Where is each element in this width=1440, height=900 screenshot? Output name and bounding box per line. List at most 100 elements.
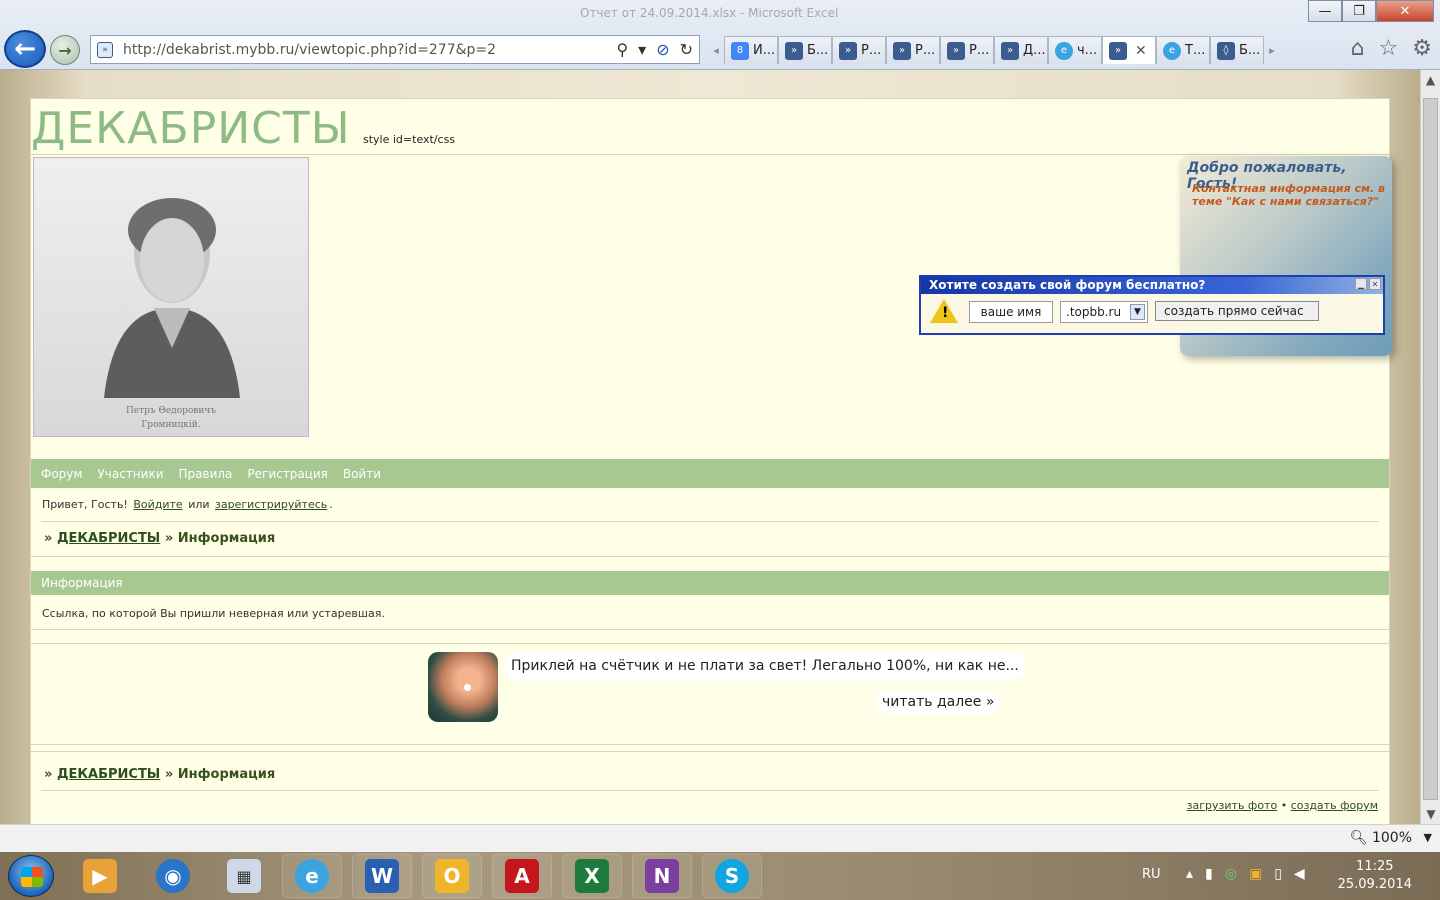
footer-separator: • bbox=[1280, 799, 1288, 812]
back-button[interactable]: ← bbox=[4, 30, 46, 68]
close-tab-icon[interactable]: ✕ bbox=[1135, 43, 1147, 59]
tab-label: Р... bbox=[915, 43, 936, 58]
taskbar-internet-explorer[interactable]: e bbox=[282, 854, 342, 898]
outlook-tray-icon[interactable]: ▣ bbox=[1249, 866, 1262, 882]
guest-greeting: Привет, Гость! Войдите или зарегистрируй… bbox=[42, 498, 333, 511]
taskbar-word[interactable]: W bbox=[352, 854, 412, 898]
browser-tools: ⌂ ☆ ⚙ bbox=[1351, 36, 1432, 61]
crumb-home-link[interactable]: ДЕКАБРИСТЫ bbox=[57, 767, 160, 782]
power-icon[interactable]: ▯ bbox=[1274, 866, 1282, 882]
browser-chrome: Отчет от 24.09.2014.xlsx - Microsoft Exc… bbox=[0, 0, 1440, 70]
tab-9[interactable]: e Т... bbox=[1156, 36, 1210, 64]
taskbar-media-player[interactable]: ◉ bbox=[143, 854, 203, 898]
maximize-button[interactable]: ❐ bbox=[1342, 0, 1376, 22]
divider bbox=[31, 629, 1389, 630]
menu-item-login[interactable]: Войти bbox=[343, 467, 381, 481]
taskbar-media-center[interactable]: ▶ bbox=[70, 854, 130, 898]
network-signal-icon[interactable]: ▮ bbox=[1205, 866, 1213, 882]
green-tray-icon[interactable]: ◎ bbox=[1225, 866, 1237, 882]
chevron-down-icon[interactable]: ▼ bbox=[1130, 304, 1145, 320]
create-now-button[interactable]: создать прямо сейчас bbox=[1155, 301, 1319, 321]
calculator-icon: ▦ bbox=[227, 859, 261, 893]
tab-5[interactable]: » Р... bbox=[940, 36, 994, 64]
window-controls: — ❐ ✕ bbox=[1308, 0, 1434, 22]
login-link[interactable]: Войдите bbox=[133, 498, 182, 511]
crumb-home-link[interactable]: ДЕКАБРИСТЫ bbox=[57, 531, 160, 546]
home-icon[interactable]: ⌂ bbox=[1351, 36, 1365, 61]
crumb-separator: » bbox=[164, 531, 174, 546]
tab-6[interactable]: » Д... bbox=[994, 36, 1048, 64]
taskbar-acrobat[interactable]: A bbox=[492, 854, 552, 898]
portrait-caption-line2: Громницкій. bbox=[141, 420, 201, 430]
tab-scroll-left-icon[interactable]: ◂ bbox=[708, 44, 724, 57]
tab-10[interactable]: ◊ Б... bbox=[1210, 36, 1264, 64]
start-button[interactable] bbox=[8, 855, 54, 897]
divider bbox=[31, 751, 1389, 752]
tab-4[interactable]: » Р... bbox=[886, 36, 940, 64]
zoom-level[interactable]: 🔍︎ 100% bbox=[1350, 830, 1412, 846]
excel-icon: X bbox=[575, 859, 609, 893]
popup-close-icon[interactable]: ✕ bbox=[1369, 278, 1381, 290]
ad-text[interactable]: Приклей на счётчик и не плати за свет! Л… bbox=[505, 652, 1025, 680]
clock[interactable]: 11:25 25.09.2014 bbox=[1338, 858, 1412, 894]
address-url[interactable]: http://dekabrist.mybb.ru/viewtopic.php?i… bbox=[123, 42, 496, 58]
scroll-thumb[interactable] bbox=[1423, 98, 1438, 800]
ad-image[interactable] bbox=[428, 652, 498, 722]
tab-scroll-right-icon[interactable]: ▸ bbox=[1264, 44, 1280, 57]
minimize-button[interactable]: — bbox=[1308, 0, 1342, 22]
menu-item-users[interactable]: Участники bbox=[97, 467, 163, 481]
search-icon[interactable]: ⚲ bbox=[616, 40, 628, 59]
language-indicator[interactable]: RU bbox=[1142, 867, 1161, 882]
style-note-text: style id=text/css bbox=[363, 133, 456, 146]
create-forum-link[interactable]: создать форум bbox=[1291, 799, 1378, 812]
refresh-icon[interactable]: ↻ bbox=[680, 40, 693, 59]
tab-favicon-icon: » bbox=[1109, 41, 1127, 60]
popup-minimize-icon[interactable]: ▁ bbox=[1355, 278, 1367, 290]
tab-label: Б... bbox=[1239, 43, 1261, 58]
site-favicon-icon: » bbox=[97, 41, 113, 58]
page-viewport: ДЕКАБРИСТЫ style id=text/css Петръ Θедор… bbox=[0, 70, 1420, 824]
vertical-scrollbar[interactable]: ▲ ▼ bbox=[1420, 70, 1440, 824]
close-window-button[interactable]: ✕ bbox=[1376, 0, 1434, 22]
tab-1[interactable]: 8 И... bbox=[724, 36, 778, 64]
taskbar-calculator[interactable]: ▦ bbox=[214, 854, 274, 898]
favorites-star-icon[interactable]: ☆ bbox=[1379, 36, 1399, 61]
dropdown-arrow-icon[interactable]: ▾ bbox=[638, 40, 646, 59]
portrait-image: Петръ Θедоровичъ Громницкій. bbox=[33, 157, 309, 437]
taskbar-skype[interactable]: S bbox=[702, 854, 762, 898]
welcome-subtitle: Контактная информация см. в теме "Как с … bbox=[1192, 182, 1386, 208]
domain-selected: .topbb.ru bbox=[1066, 305, 1122, 319]
gear-icon[interactable]: ⚙ bbox=[1412, 36, 1432, 61]
menu-item-forum[interactable]: Форум bbox=[41, 467, 82, 481]
taskbar-excel[interactable]: X bbox=[562, 854, 622, 898]
register-link[interactable]: зарегистрируйтесь bbox=[215, 498, 327, 511]
scroll-up-icon[interactable]: ▲ bbox=[1421, 70, 1440, 90]
menu-item-register[interactable]: Регистрация bbox=[247, 467, 327, 481]
popup-title: Хотите создать свой форум бесплатно? bbox=[921, 277, 1383, 294]
tab-3[interactable]: » Р... bbox=[832, 36, 886, 64]
tab-2[interactable]: » Б... bbox=[778, 36, 832, 64]
zoom-dropdown-icon[interactable]: ▼ bbox=[1424, 831, 1432, 844]
taskbar-outlook[interactable]: O bbox=[422, 854, 482, 898]
stop-icon[interactable]: ⊘ bbox=[656, 40, 669, 59]
breadcrumb-top: » ДЕКАБРИСТЫ » Информация bbox=[44, 531, 275, 546]
address-bar[interactable]: » http://dekabrist.mybb.ru/viewtopic.php… bbox=[90, 35, 700, 64]
domain-select[interactable]: .topbb.ru ▼ bbox=[1060, 301, 1148, 323]
menu-item-rules[interactable]: Правила bbox=[179, 467, 233, 481]
crumb-separator: » bbox=[44, 531, 53, 546]
window-title: Отчет от 24.09.2014.xlsx - Microsoft Exc… bbox=[580, 6, 839, 20]
taskbar-onenote[interactable]: N bbox=[632, 854, 692, 898]
forum-logo[interactable]: ДЕКАБРИСТЫ bbox=[31, 103, 351, 154]
forum-name-input[interactable]: ваше имя bbox=[969, 301, 1053, 323]
tab-7[interactable]: e ч... bbox=[1048, 36, 1102, 64]
divider bbox=[41, 790, 1379, 791]
media-center-icon: ▶ bbox=[83, 859, 117, 893]
volume-icon[interactable]: ◀ bbox=[1294, 866, 1305, 882]
upload-photo-link[interactable]: загрузить фото bbox=[1187, 799, 1278, 812]
scroll-down-icon[interactable]: ▼ bbox=[1421, 804, 1440, 824]
ad-read-more-link[interactable]: читать далее » bbox=[876, 690, 1001, 714]
show-hidden-icons-icon[interactable]: ▴ bbox=[1186, 866, 1193, 882]
tab-favicon-icon: » bbox=[893, 41, 911, 60]
tab-active[interactable]: » ✕ bbox=[1102, 36, 1156, 64]
forward-button[interactable]: → bbox=[50, 35, 80, 65]
